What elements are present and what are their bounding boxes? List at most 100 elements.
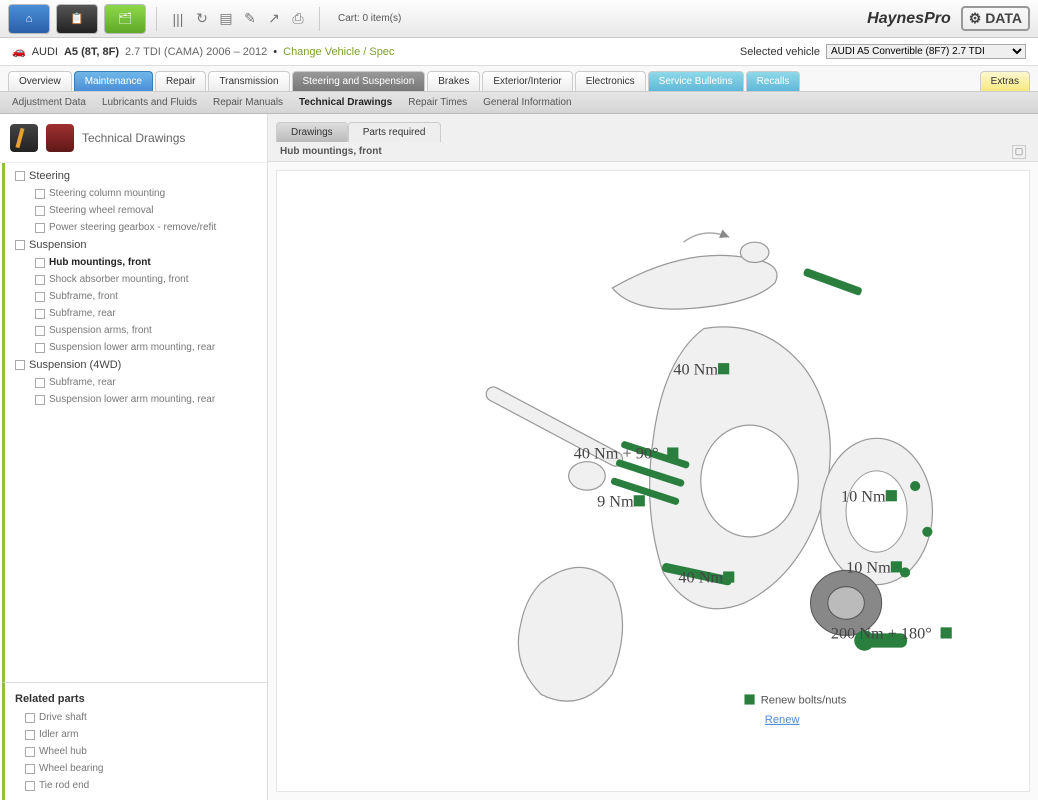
- tool-icon-4[interactable]: ✎: [239, 8, 261, 30]
- checkbox-icon[interactable]: [35, 309, 45, 319]
- top-toolbar: ⌂ 📋 🗂 ||| ↻ ▤ ✎ ↗ ⎙ Cart: 0 item(s) Hayn…: [0, 0, 1038, 38]
- arrow-icon: [683, 233, 729, 242]
- checkbox-icon[interactable]: [35, 326, 45, 336]
- tree-item-label: Suspension arms, front: [49, 325, 152, 336]
- tree-item[interactable]: Subframe, front: [5, 288, 267, 305]
- tool-icon-2[interactable]: ↻: [191, 8, 213, 30]
- bolt-small: [922, 527, 932, 537]
- part-joint: [740, 242, 768, 262]
- checkbox-icon[interactable]: [35, 343, 45, 353]
- checkbox-icon[interactable]: [35, 206, 45, 216]
- tool-icon-1[interactable]: |||: [167, 8, 189, 30]
- subtab-repair-times[interactable]: Repair Times: [408, 97, 467, 108]
- checkbox-icon[interactable]: [15, 360, 25, 370]
- content-tabs: Drawings Parts required: [268, 114, 1038, 142]
- content-title: Hub mountings, front: [280, 146, 382, 157]
- tab-recalls[interactable]: Recalls: [746, 71, 801, 91]
- brand-data-badge: ⚙ DATA: [961, 6, 1030, 31]
- checkbox-icon[interactable]: [35, 258, 45, 268]
- tree-item-label: Subframe, rear: [49, 377, 116, 388]
- tab-steering-suspension[interactable]: Steering and Suspension: [292, 71, 426, 91]
- tab-electronics[interactable]: Electronics: [575, 71, 646, 91]
- hub-bore: [701, 425, 799, 537]
- checkbox-icon[interactable]: [25, 730, 35, 740]
- subtab-repair-manuals[interactable]: Repair Manuals: [213, 97, 283, 108]
- tab-transmission[interactable]: Transmission: [208, 71, 289, 91]
- tab-exterior-interior[interactable]: Exterior/Interior: [482, 71, 572, 91]
- content-title-bar: Hub mountings, front ▢: [268, 142, 1038, 162]
- parts-button[interactable]: 🗂: [104, 4, 146, 34]
- home-button[interactable]: ⌂: [8, 4, 50, 34]
- related-item[interactable]: Idler arm: [5, 726, 267, 743]
- tree-group[interactable]: Suspension (4WD): [5, 356, 267, 374]
- tool-icon-3[interactable]: ▤: [215, 8, 237, 30]
- part-upper-arm: [612, 255, 777, 309]
- tool-icon-6[interactable]: ⎙: [287, 8, 309, 30]
- related-panel: Related parts Drive shaftIdler armWheel …: [2, 682, 267, 800]
- selected-vehicle-dropdown[interactable]: AUDI A5 Convertible (8F7) 2.7 TDI: [826, 44, 1026, 59]
- tree-item-label: Steering wheel removal: [49, 205, 154, 216]
- part-bearing-inner: [828, 587, 865, 620]
- tab-extras[interactable]: Extras: [980, 71, 1030, 91]
- history-button[interactable]: 📋: [56, 4, 98, 34]
- related-item[interactable]: Wheel hub: [5, 743, 267, 760]
- tab-overview[interactable]: Overview: [8, 71, 72, 91]
- sidebar-icon-2: [46, 124, 74, 152]
- tree-item[interactable]: Suspension lower arm mounting, rear: [5, 339, 267, 356]
- tree-item[interactable]: Subframe, rear: [5, 305, 267, 322]
- technical-drawing-svg: 40 Nm40 Nm + 90°9 Nm10 Nm10 Nm40 Nm200 N…: [277, 171, 1029, 791]
- checkbox-icon[interactable]: [35, 275, 45, 285]
- tree-item-label: Power steering gearbox - remove/refit: [49, 222, 216, 233]
- diagram-area[interactable]: 40 Nm40 Nm + 90°9 Nm10 Nm10 Nm40 Nm200 N…: [276, 170, 1030, 792]
- torque-label: 40 Nm: [673, 360, 718, 378]
- tree-item[interactable]: Steering wheel removal: [5, 202, 267, 219]
- vehicle-model: A5 (8T, 8F): [64, 46, 119, 58]
- brand-logo: HaynesPro: [867, 10, 951, 28]
- change-vehicle-link[interactable]: Change Vehicle / Spec: [283, 46, 394, 58]
- expand-icon[interactable]: ▢: [1012, 145, 1026, 159]
- checkbox-icon[interactable]: [35, 378, 45, 388]
- tree-item[interactable]: Suspension arms, front: [5, 322, 267, 339]
- checkbox-icon[interactable]: [25, 747, 35, 757]
- subtab-lubricants[interactable]: Lubricants and Fluids: [102, 97, 197, 108]
- tree-item[interactable]: Subframe, rear: [5, 374, 267, 391]
- subtab-general-info[interactable]: General Information: [483, 97, 571, 108]
- tree-item[interactable]: Power steering gearbox - remove/refit: [5, 219, 267, 236]
- related-item[interactable]: Drive shaft: [5, 709, 267, 726]
- related-item[interactable]: Tie rod end: [5, 777, 267, 794]
- tab-maintenance[interactable]: Maintenance: [74, 71, 153, 91]
- content-tab-parts-required[interactable]: Parts required: [348, 122, 441, 142]
- related-item[interactable]: Wheel bearing: [5, 760, 267, 777]
- subtab-adjustment-data[interactable]: Adjustment Data: [12, 97, 86, 108]
- checkbox-icon[interactable]: [35, 223, 45, 233]
- checkbox-icon[interactable]: [15, 240, 25, 250]
- checkbox-icon[interactable]: [35, 189, 45, 199]
- tab-service-bulletins[interactable]: Service Bulletins: [648, 71, 744, 91]
- checkbox-icon[interactable]: [15, 171, 25, 181]
- rod-end: [569, 462, 606, 490]
- vehicle-bar: 🚗 AUDI A5 (8T, 8F) 2.7 TDI (CAMA) 2006 –…: [0, 38, 1038, 66]
- tree-item[interactable]: Hub mountings, front: [5, 254, 267, 271]
- tab-repair[interactable]: Repair: [155, 71, 206, 91]
- tree-item-label: Hub mountings, front: [49, 257, 151, 268]
- tree-group[interactable]: Suspension: [5, 236, 267, 254]
- tree-item[interactable]: Suspension lower arm mounting, rear: [5, 391, 267, 408]
- checkbox-icon[interactable]: [25, 713, 35, 723]
- tab-brakes[interactable]: Brakes: [427, 71, 480, 91]
- tree-group[interactable]: Steering: [5, 167, 267, 185]
- legend-renew-link[interactable]: Renew: [765, 714, 801, 726]
- subtab-technical-drawings[interactable]: Technical Drawings: [299, 97, 392, 108]
- checkbox-icon[interactable]: [35, 292, 45, 302]
- content: Drawings Parts required Hub mountings, f…: [268, 114, 1038, 800]
- cart-label[interactable]: Cart: 0 item(s): [338, 13, 401, 24]
- torque-cube-icon: [891, 561, 902, 572]
- checkbox-icon[interactable]: [35, 395, 45, 405]
- tree-item[interactable]: Steering column mounting: [5, 185, 267, 202]
- content-tab-drawings[interactable]: Drawings: [276, 122, 348, 142]
- legend-text: Renew bolts/nuts: [761, 695, 847, 707]
- checkbox-icon[interactable]: [25, 764, 35, 774]
- tool-icon-5[interactable]: ↗: [263, 8, 285, 30]
- separator: •: [273, 46, 277, 58]
- checkbox-icon[interactable]: [25, 781, 35, 791]
- tree-item[interactable]: Shock absorber mounting, front: [5, 271, 267, 288]
